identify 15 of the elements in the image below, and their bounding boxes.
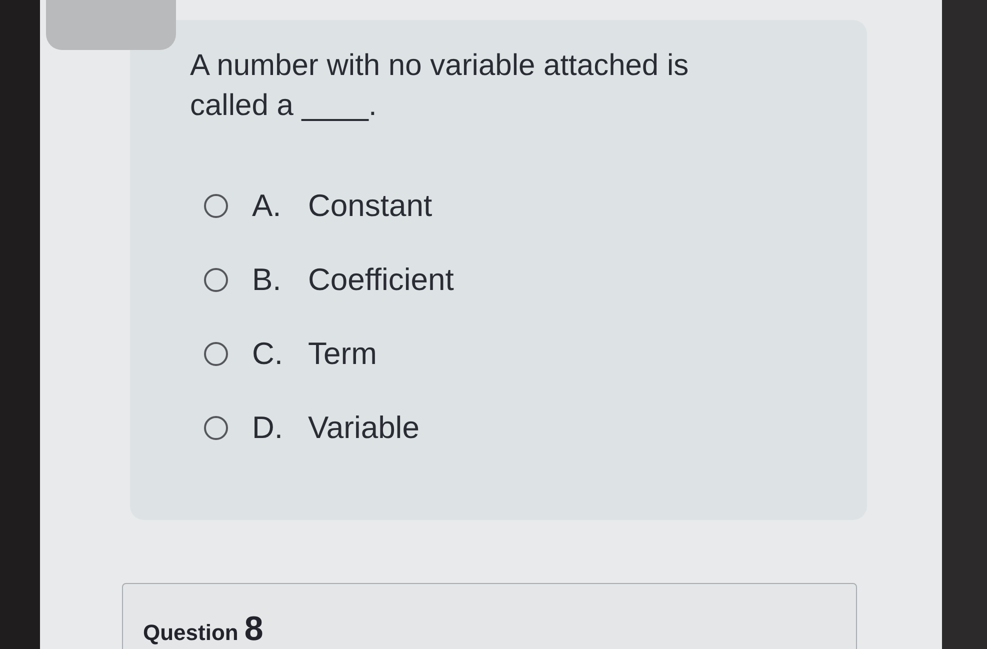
option-label[interactable]: Coefficient — [308, 262, 454, 298]
option-letter: B. — [252, 262, 282, 298]
radio-button[interactable] — [204, 342, 228, 366]
option-label[interactable]: Term — [308, 336, 377, 372]
option-letter: A. — [252, 188, 282, 224]
option-letter: C. — [252, 336, 284, 372]
radio-button[interactable] — [204, 268, 228, 292]
option-letter: D. — [252, 410, 284, 446]
question-heading: Question — [143, 620, 238, 646]
option-label[interactable]: Constant — [308, 188, 432, 224]
radio-button[interactable] — [204, 416, 228, 440]
option-label[interactable]: Variable — [308, 410, 420, 446]
radio-button[interactable] — [204, 194, 228, 218]
question-text: A number with no variable attached is called a ____. — [190, 48, 690, 124]
question-number: 8 — [244, 610, 264, 649]
